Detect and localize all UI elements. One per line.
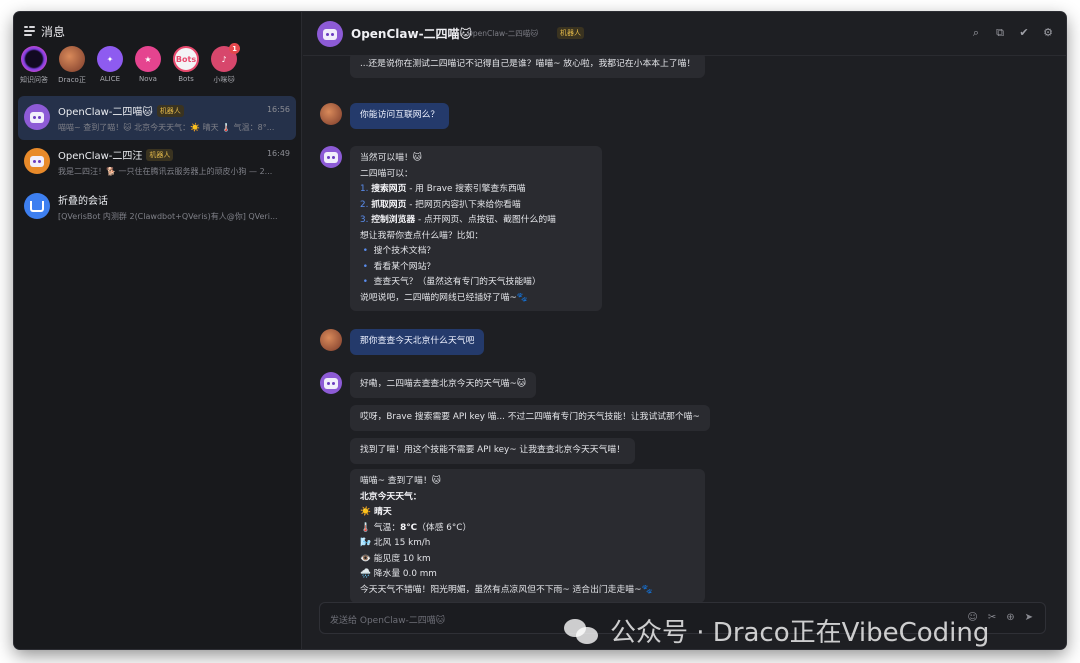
list-item: 1. 搜索网页 - 用 Brave 搜索引擎查东西喵 bbox=[360, 184, 526, 194]
message-line: 想让我帮你查点什么喵？比如： bbox=[360, 230, 484, 241]
robot-icon[interactable] bbox=[317, 21, 343, 47]
robot-icon bbox=[24, 104, 50, 130]
sidebar-title: 消息 bbox=[41, 24, 66, 39]
message-line: ☀️ 晴天 bbox=[360, 507, 392, 517]
chat-title: OpenClaw-二四喵🐱 bbox=[351, 27, 473, 41]
user-message-bubble: 那你查查今天北京什么天气吧 bbox=[350, 329, 485, 355]
check-icon[interactable]: ✔ bbox=[1018, 27, 1030, 39]
list-item: 3. 控制浏览器 - 点开网页、点按钮、截图什么的喵 bbox=[360, 215, 556, 225]
conversation-preview: [QVerisBot 内测群 2(Clawdbot+QVeris)有人@你] Q… bbox=[58, 212, 278, 221]
menu-icon[interactable] bbox=[24, 26, 35, 36]
conversation-preview: 我是二四汪！🐕 一只住在腾讯云服务器上的顽皮小狗 — 2... bbox=[58, 167, 273, 176]
header-toolbar: ⌕ ⧉ ✔ ⚙ bbox=[970, 27, 1054, 39]
message-line: 北京今天天气： bbox=[360, 491, 422, 502]
list-item: • 搜个技术文档？ bbox=[362, 246, 436, 256]
chat-panel: OpenClaw-二四喵🐱 OpenClaw-二四喵🐱 机器人 ⌕ ⧉ ✔ ⚙ … bbox=[303, 12, 1066, 649]
message-line: 👁️ 能见度 10 km bbox=[360, 553, 431, 564]
bot-tag: 机器人 bbox=[146, 148, 174, 161]
chat-subtitle: OpenClaw-二四喵🐱 bbox=[467, 29, 539, 38]
user-avatar[interactable] bbox=[320, 103, 342, 125]
screen-share-icon[interactable]: ⧉ bbox=[994, 27, 1006, 39]
guitar-icon: ♪ 1 bbox=[211, 43, 240, 72]
message-bubble: 当然可以喵！🐱 二四喵可以： 1. 搜索网页 - 用 Brave 搜索引擎查东西… bbox=[350, 146, 602, 311]
story-label: Nova bbox=[139, 75, 157, 83]
message-line: 今天天气不错喵！阳光明媚，虽然有点凉风但不下雨~ 适合出门走走喵~🐾 bbox=[360, 584, 653, 595]
conversation-item[interactable]: OpenClaw-二四汪 机器人 16:49 我是二四汪！🐕 一只住在腾讯云服务… bbox=[18, 140, 296, 184]
add-icon[interactable]: ⊕ bbox=[1006, 612, 1014, 623]
send-icon[interactable]: ➤ bbox=[1025, 612, 1033, 623]
story-label: ALICE bbox=[99, 75, 121, 83]
sidebar-header: 消息 bbox=[24, 20, 65, 42]
story-item[interactable]: Draco正 bbox=[56, 46, 88, 85]
bots-avatar: Bots bbox=[173, 46, 199, 72]
gear-icon[interactable]: ⚙ bbox=[1042, 27, 1054, 39]
message-bubble: 找到了喵！用这个技能不需要 API key~ 让我查查北京今天天气喵！ bbox=[350, 438, 635, 464]
story-label: 知识问答 bbox=[20, 76, 48, 84]
bot-tag: 机器人 bbox=[557, 27, 584, 39]
story-item[interactable]: Bots Bots bbox=[170, 46, 202, 85]
message-line: 当然可以喵！🐱 bbox=[360, 153, 422, 163]
robot-icon[interactable] bbox=[320, 372, 342, 394]
sidebar: 消息 知识问答 Draco正 ✦ ALICE ★ Nova Bots Bots bbox=[14, 12, 302, 649]
story-item[interactable]: ✦ ALICE bbox=[94, 46, 126, 85]
message-input[interactable]: 发送给 OpenClaw-二四喵🐱 ☺ ✂ ⊕ ➤ bbox=[319, 602, 1046, 634]
message-line: 喵喵~ 查到了喵！🐱 bbox=[360, 476, 441, 486]
message-bubble: 哎呀，Brave 搜索需要 API key 喵... 不过二四喵有专门的天气技能… bbox=[350, 405, 710, 431]
inbox-icon bbox=[24, 193, 50, 219]
input-placeholder: 发送给 OpenClaw-二四喵🐱 bbox=[330, 616, 446, 626]
story-item[interactable]: 知识问答 bbox=[18, 46, 50, 85]
list-item: • 看看某个网站？ bbox=[362, 261, 436, 272]
story-label: Bots bbox=[178, 75, 194, 83]
message-line: 二四喵可以： bbox=[360, 168, 413, 179]
robot-icon[interactable] bbox=[320, 146, 342, 168]
message-line: 🌧️ 降水量 0.0 mm bbox=[360, 569, 437, 579]
story-label: 小咪🐱 bbox=[213, 76, 235, 84]
message-line: 🌬️ 北风 15 km/h bbox=[360, 538, 431, 548]
input-toolbar: ☺ ✂ ⊕ ➤ bbox=[967, 612, 1033, 623]
spark-icon: ✦ bbox=[97, 46, 123, 72]
scissors-icon[interactable]: ✂ bbox=[988, 612, 996, 623]
conversation-preview: 喵喵~ 查到了喵！🐱 北京今天天气：☀️ 晴天 🌡️ 气温：8°... bbox=[58, 123, 275, 132]
star-icon: ★ bbox=[135, 46, 161, 72]
message-bubble: ...还是说你在测试二四喵记不记得自己是谁？喵喵~ 放心啦，我都记在小本本上了喵… bbox=[350, 56, 706, 78]
user-message-bubble: 你能访问互联网么？ bbox=[350, 103, 450, 129]
conversation-name: 折叠的会话 bbox=[58, 196, 108, 207]
unread-badge: 1 bbox=[229, 43, 240, 54]
conversation-time: 16:49 bbox=[266, 149, 290, 158]
conversation-item[interactable]: OpenClaw-二四喵🐱 机器人 16:56 喵喵~ 查到了喵！🐱 北京今天天… bbox=[18, 96, 296, 140]
list-item: • 查查天气？（虽然这有专门的天气技能喵） bbox=[362, 277, 541, 287]
message-line: 说吧说吧，二四喵的网线已经插好了喵~🐾 bbox=[360, 292, 528, 303]
photo-avatar bbox=[59, 46, 85, 72]
message-line: 🌡️ 气温：8°C（体感 6°C） bbox=[360, 522, 472, 533]
story-item[interactable]: ♪ 1 小咪🐱 bbox=[208, 43, 240, 85]
bot-tag: 机器人 bbox=[156, 104, 184, 117]
story-item[interactable]: ★ Nova bbox=[132, 46, 164, 85]
story-row: 知识问答 Draco正 ✦ ALICE ★ Nova Bots Bots ♪ 1 bbox=[18, 43, 240, 85]
search-icon[interactable]: ⌕ bbox=[970, 27, 982, 39]
conversation-time: 16:56 bbox=[266, 105, 290, 114]
app-window: 消息 知识问答 Draco正 ✦ ALICE ★ Nova Bots Bots bbox=[14, 12, 1066, 649]
message-bubble: 好嘞，二四喵去查查北京今天的天气喵~🐱 bbox=[350, 372, 537, 398]
conversation-name: OpenClaw-二四汪 机器人 bbox=[58, 147, 174, 162]
list-item: 2. 抓取网页 - 把网页内容扒下来给你看喵 bbox=[360, 199, 521, 210]
emoji-icon[interactable]: ☺ bbox=[967, 612, 977, 623]
conversation-name: OpenClaw-二四喵🐱 机器人 bbox=[58, 103, 184, 118]
conversation-item[interactable]: 折叠的会话 [QVerisBot 内测群 2(Clawdbot+QVeris)有… bbox=[18, 185, 296, 229]
story-label: Draco正 bbox=[58, 76, 86, 84]
user-avatar[interactable] bbox=[320, 329, 342, 351]
message-bubble: 喵喵~ 查到了喵！🐱 北京今天天气： ☀️ 晴天 🌡️ 气温：8°C（体感 6°… bbox=[350, 469, 705, 603]
chat-header: OpenClaw-二四喵🐱 OpenClaw-二四喵🐱 机器人 ⌕ ⧉ ✔ ⚙ bbox=[303, 12, 1066, 56]
ring-icon bbox=[21, 46, 47, 72]
message-list: ...还是说你在测试二四喵记不记得自己是谁？喵喵~ 放心啦，我都记在小本本上了喵… bbox=[303, 56, 1066, 604]
robot-icon bbox=[24, 148, 50, 174]
